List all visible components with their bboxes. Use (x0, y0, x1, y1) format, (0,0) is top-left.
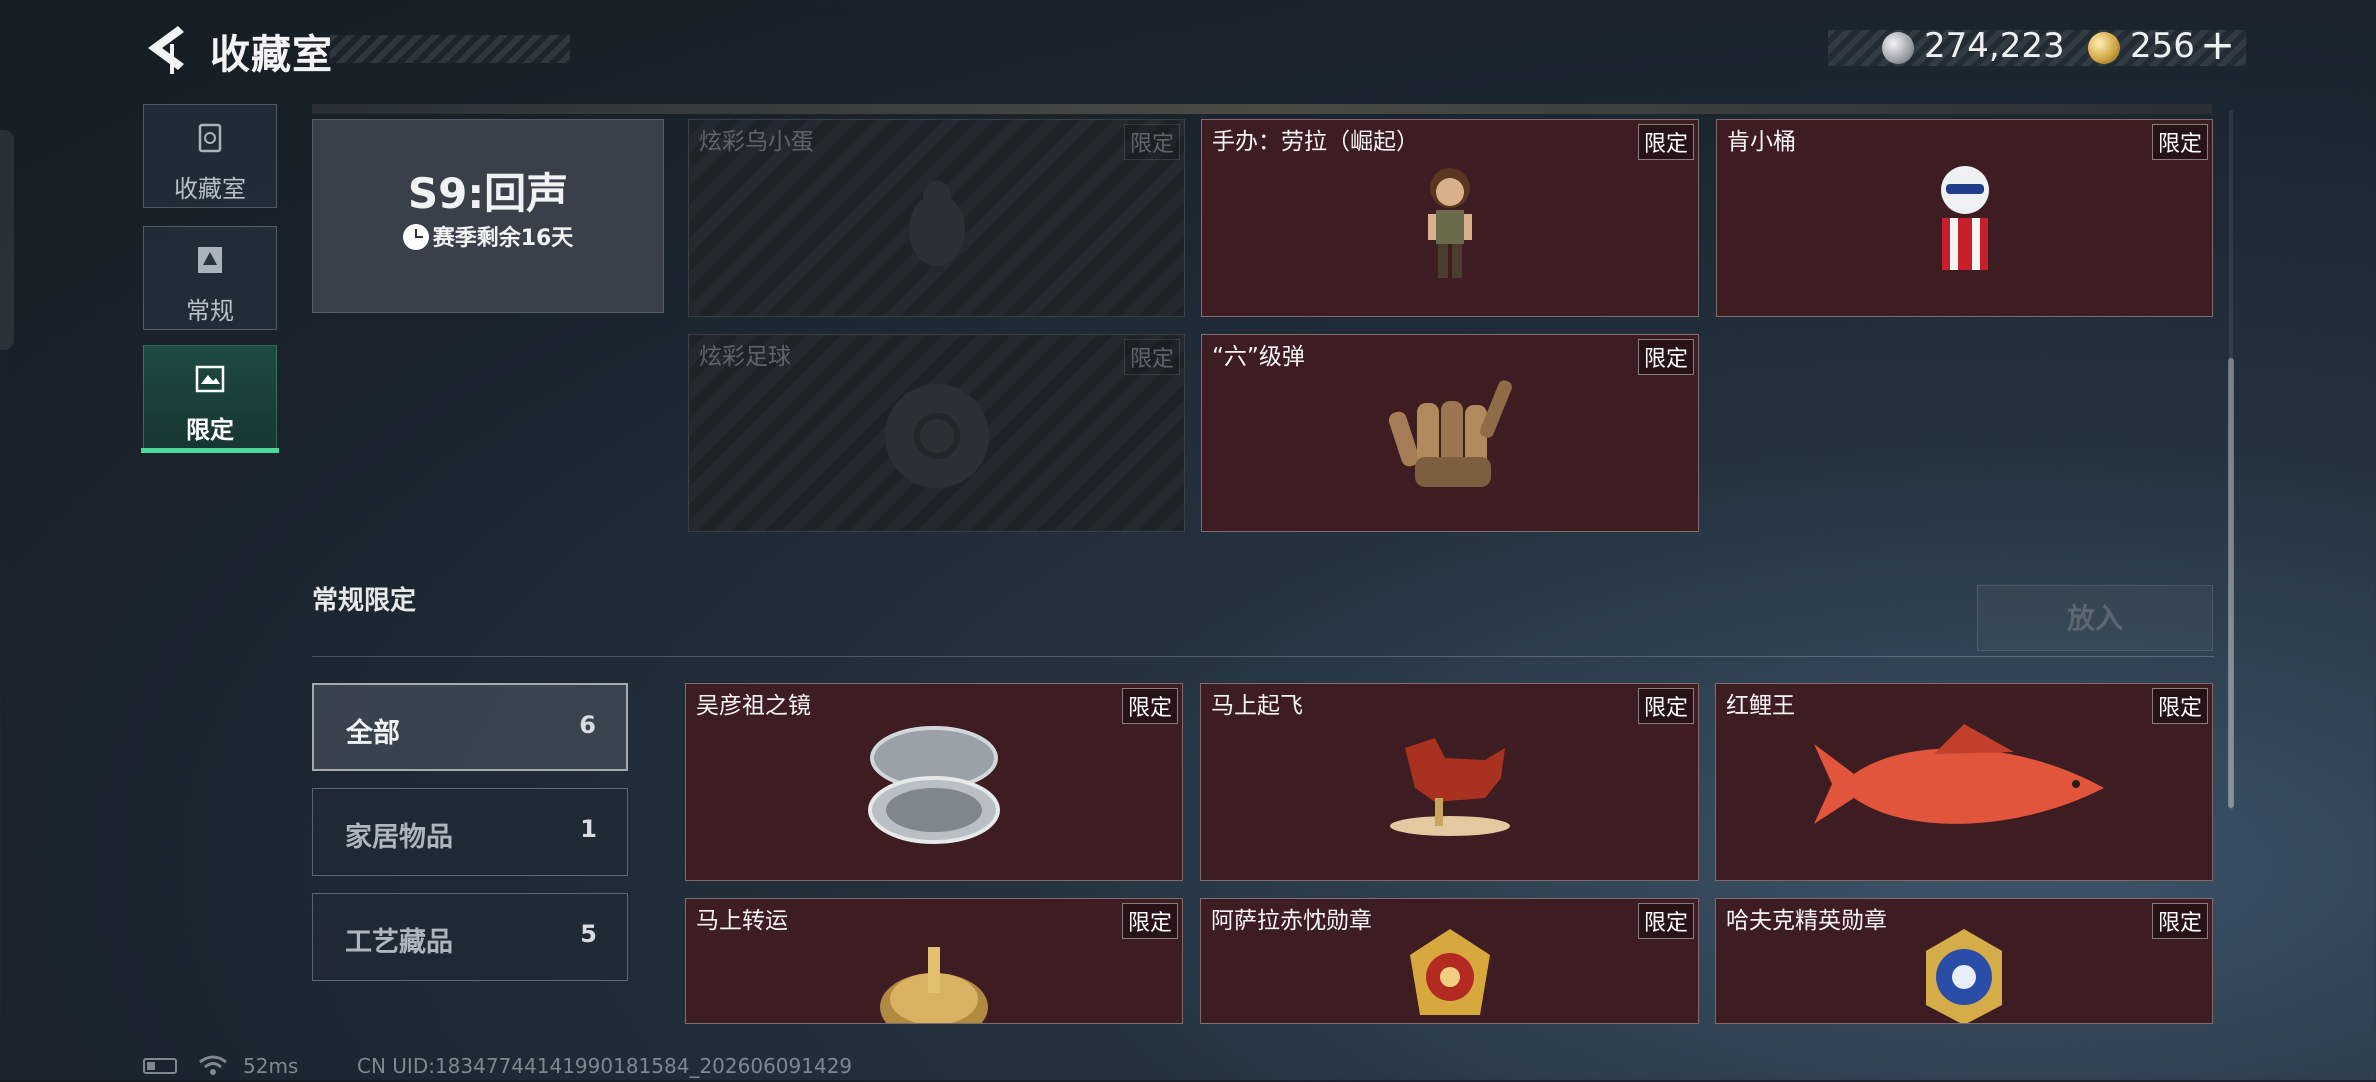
active-tab-indicator (141, 448, 279, 453)
lara-figure-icon (1428, 168, 1472, 278)
item-name: 哈夫克精英勋章 (1726, 908, 1887, 934)
nav-label: 限定 (186, 416, 234, 444)
add-currency-button[interactable]: + (2200, 20, 2235, 69)
carp-fish-icon (1814, 724, 2104, 824)
nav-collection-room[interactable]: 收藏室 (143, 104, 277, 208)
back-button[interactable] (140, 22, 186, 74)
filter-all[interactable]: 全部 6 (312, 683, 628, 771)
silver-amount: 274,223 (1924, 26, 2065, 66)
item-name: 手办：劳拉（崛起） (1212, 129, 1419, 155)
item-name: 吴彦祖之镜 (696, 693, 811, 719)
title-stripe (330, 35, 570, 63)
season-remaining: 赛季剩余16天 (313, 220, 663, 252)
limited-tag: 限定 (1121, 903, 1178, 939)
filter-count: 1 (580, 815, 597, 843)
limited-tag: 限定 (1637, 124, 1694, 160)
limited-tag: 限定 (2151, 903, 2208, 939)
item-card-colorful-football[interactable]: 炫彩足球 限定 (688, 334, 1185, 532)
battery-icon (143, 1058, 177, 1074)
football-silhouette-icon (884, 384, 989, 488)
item-name: 阿萨拉赤忱勋章 (1211, 908, 1372, 934)
wifi-icon (198, 1054, 228, 1082)
edge-handle (0, 130, 14, 350)
limited-tag: 限定 (2151, 688, 2208, 724)
gold-coin-icon (2088, 32, 2120, 64)
item-card-haavk-medal[interactable]: 哈夫克精英勋章 限定 (1715, 898, 2213, 1024)
egg-silhouette-icon (908, 181, 965, 266)
section-divider (312, 656, 2214, 657)
item-name: 炫彩乌小蛋 (699, 129, 814, 155)
back-arrow-icon (148, 26, 184, 74)
limited-tag: 限定 (1637, 688, 1694, 724)
item-card-asala-medal[interactable]: 阿萨拉赤忱勋章 限定 (1200, 898, 1699, 1024)
wifi-signal-icon (199, 1055, 227, 1075)
nav-regular[interactable]: 常规 (143, 226, 277, 330)
item-name: “六”级弹 (1212, 344, 1305, 370)
limited-tag: 限定 (1637, 903, 1694, 939)
section-title: 常规限定 (312, 586, 417, 616)
item-card-horse-fly[interactable]: 马上起飞 限定 (1200, 683, 1699, 881)
filter-label: 工艺藏品 (345, 927, 453, 958)
item-card-mirror[interactable]: 吴彦祖之镜 限定 (685, 683, 1183, 881)
filter-count: 6 (579, 711, 596, 739)
uid-text: CN UID:18347744141990181584_202606091429 (357, 1054, 853, 1078)
bin-icon (198, 123, 222, 153)
item-name: 马上转运 (696, 908, 788, 934)
limited-tag: 限定 (2151, 124, 2208, 160)
blue-medal-icon (1926, 929, 2002, 1023)
limited-tag: 限定 (1121, 688, 1178, 724)
bullet-hand-icon (1388, 380, 1512, 487)
filter-label: 家居物品 (345, 822, 453, 853)
filter-count: 5 (580, 920, 597, 948)
frame-icon (195, 365, 225, 393)
clock-icon (402, 224, 429, 250)
item-card-six-bullet[interactable]: “六”级弹 限定 (1201, 334, 1699, 532)
item-name: 炫彩足球 (699, 344, 791, 370)
item-name: 红鲤王 (1726, 693, 1795, 719)
compact-mirror-icon (868, 726, 1000, 844)
season-remaining-text: 赛季剩余16天 (432, 226, 574, 251)
limited-tag: 限定 (1123, 339, 1180, 375)
filter-home-items[interactable]: 家居物品 1 (312, 788, 628, 876)
limited-tag: 限定 (1123, 124, 1180, 160)
season-title: S9:回声 (407, 169, 569, 218)
put-in-button[interactable]: 放入 (1977, 585, 2213, 651)
gold-spinner-icon (880, 947, 988, 1023)
item-card-horse-fortune[interactable]: 马上转运 限定 (685, 898, 1183, 1024)
bucket-figure-icon (1940, 166, 1989, 270)
season-card: S9:回声 赛季剩余16天 (312, 119, 664, 313)
page-title: 收藏室 (210, 32, 333, 78)
top-strip (312, 104, 2212, 114)
item-card-red-carp[interactable]: 红鲤王 限定 (1715, 683, 2213, 881)
item-name: 马上起飞 (1211, 693, 1303, 719)
nav-limited[interactable]: 限定 (143, 345, 277, 453)
filter-craft-items[interactable]: 工艺藏品 5 (312, 893, 628, 981)
item-card-colorful-egg[interactable]: 炫彩乌小蛋 限定 (688, 119, 1185, 317)
scrollbar-thumb[interactable] (2228, 358, 2234, 808)
silver-coin-icon (1882, 32, 1914, 64)
filter-label: 全部 (346, 718, 400, 749)
nav-label: 收藏室 (174, 175, 246, 203)
item-name: 肯小桶 (1727, 129, 1796, 155)
nav-label: 常规 (186, 297, 234, 325)
ping-value: 52ms (243, 1054, 299, 1078)
item-card-lara-figure[interactable]: 手办：劳拉（崛起） 限定 (1201, 119, 1699, 317)
gold-amount: 256 (2130, 26, 2195, 66)
red-medal-icon (1409, 929, 1490, 1015)
horse-statue-icon (1389, 738, 1510, 836)
document-icon (198, 247, 222, 273)
limited-tag: 限定 (1637, 339, 1694, 375)
item-card-ken-bucket[interactable]: 肯小桶 限定 (1716, 119, 2213, 317)
